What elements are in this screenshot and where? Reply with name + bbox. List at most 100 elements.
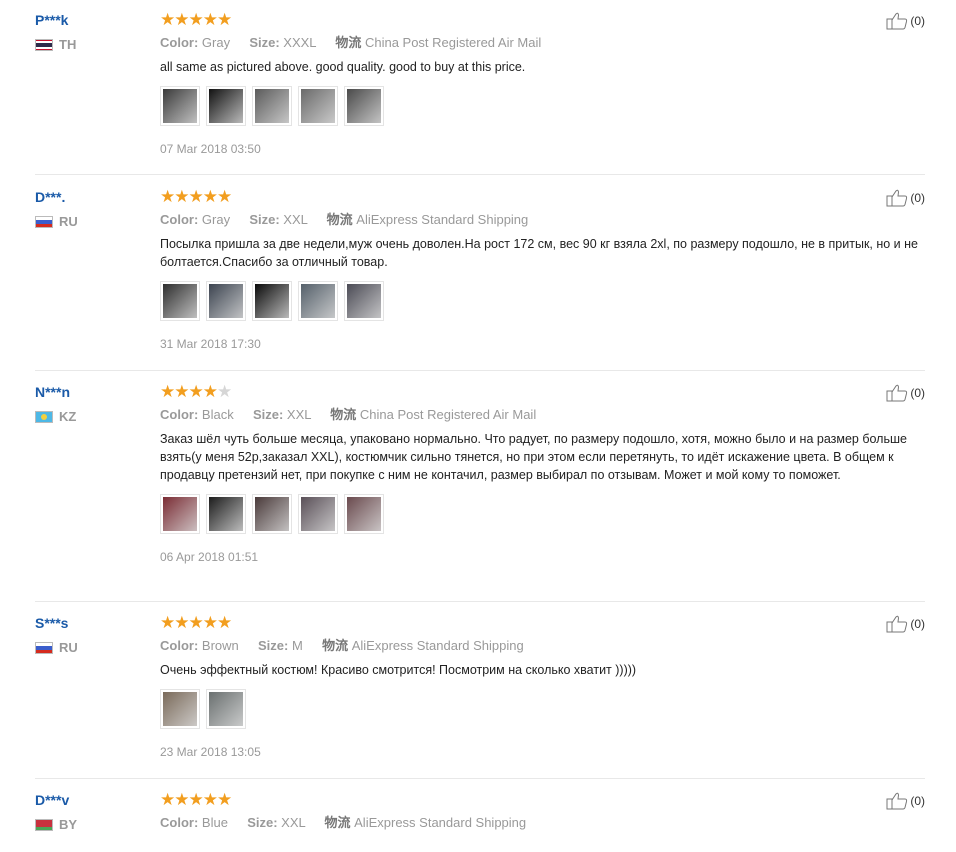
rating-star-icon: ★ (160, 382, 175, 401)
color-label: Color: (160, 638, 199, 653)
shipping-label: 物流 (324, 815, 351, 830)
reviewer-country: TH (35, 37, 145, 52)
review-item: N***n KZ ★★★★★ Color: Black Size: XXL 物流… (35, 382, 925, 602)
review-photo[interactable] (160, 494, 200, 534)
review-date: 06 Apr 2018 01:51 (160, 550, 259, 564)
country-flag-icon (35, 38, 53, 51)
review-content: ★★★★★ Color: Blue Size: XXL 物流 AliExpres… (160, 790, 925, 831)
helpful-button[interactable]: (0) (886, 384, 925, 402)
helpful-button[interactable]: (0) (886, 12, 925, 30)
review-photo[interactable] (298, 86, 338, 126)
review-date: 07 Mar 2018 03:50 (160, 142, 261, 156)
reviewer-info: S***s RU (35, 615, 145, 655)
reviewer-name: N***n (35, 384, 71, 400)
review-item: P***k TH ★★★★★ Color: Gray Size: XXXL 物流… (35, 10, 925, 175)
star-rating: ★★★★★ (160, 382, 925, 401)
size-label: Size: (249, 212, 280, 227)
review-content: ★★★★★ Color: Brown Size: M 物流 AliExpress… (160, 613, 925, 759)
review-photo[interactable] (344, 494, 384, 534)
shipping-method: AliExpress Standard Shipping (356, 212, 529, 227)
rating-star-icon: ★ (188, 382, 204, 401)
star-rating: ★★★★★ (160, 613, 925, 632)
shipping-method: AliExpress Standard Shipping (351, 638, 524, 653)
shipping-label: 物流 (326, 212, 353, 227)
review-text: Очень эффектный костюм! Красиво смотритс… (160, 663, 637, 677)
review-photo[interactable] (160, 281, 200, 321)
color-value: Black (201, 407, 234, 422)
reviewer-country: RU (35, 640, 145, 655)
country-code: KZ (59, 409, 77, 424)
reviewer-name: P***k (35, 12, 69, 28)
country-flag-icon (35, 818, 53, 831)
helpful-button[interactable]: (0) (886, 189, 925, 207)
review-photo[interactable] (160, 86, 200, 126)
helpful-count: (0) (910, 14, 925, 28)
review-photo[interactable] (298, 281, 338, 321)
review-photo[interactable] (206, 689, 246, 729)
size-label: Size: (252, 407, 284, 422)
review-date: 31 Mar 2018 17:30 (160, 337, 261, 351)
order-info: Color: Blue Size: XXL 物流 AliExpress Stan… (160, 815, 925, 831)
rating-star-icon: ★ (202, 10, 218, 29)
review-photo[interactable] (206, 494, 246, 534)
country-flag-icon (35, 641, 53, 654)
shipping-label: 物流 (335, 35, 362, 50)
order-info: Color: Black Size: XXL 物流 China Post Reg… (160, 407, 925, 423)
rating-star-icon: ★ (174, 10, 189, 29)
review-date: 23 Mar 2018 13:05 (160, 745, 261, 759)
review-photo[interactable] (344, 86, 384, 126)
review-photo[interactable] (298, 494, 338, 534)
rating-star-icon: ★ (160, 790, 175, 809)
color-label: Color: (160, 212, 199, 227)
shipping-label: 物流 (330, 407, 357, 422)
rating-star-icon: ★ (160, 10, 175, 29)
reviewer-name: D***. (35, 189, 66, 205)
rating-star-icon: ★ (188, 790, 204, 809)
size-value: M (291, 638, 303, 653)
shipping-method: AliExpress Standard Shipping (354, 815, 527, 830)
shipping-method: China Post Registered Air Mail (359, 407, 537, 422)
helpful-count: (0) (910, 386, 925, 400)
review-item: D***. RU ★★★★★ Color: Gray Size: XXL 物流 … (35, 187, 925, 371)
country-code: RU (59, 640, 78, 655)
reviewer-info: D***. RU (35, 189, 145, 229)
order-info: Color: Brown Size: M 物流 AliExpress Stand… (160, 638, 925, 654)
helpful-count: (0) (910, 191, 925, 205)
size-label: Size: (249, 35, 280, 50)
reviewer-country: KZ (35, 409, 145, 424)
review-photo[interactable] (206, 281, 246, 321)
review-photo[interactable] (252, 86, 292, 126)
color-value: Brown (201, 638, 239, 653)
country-code: RU (59, 214, 78, 229)
country-code: TH (59, 37, 77, 52)
thumbs-up-icon (886, 384, 908, 402)
star-rating: ★★★★★ (160, 10, 925, 29)
reviewer-info: P***k TH (35, 12, 145, 52)
color-value: Blue (201, 815, 228, 830)
rating-star-icon: ★ (217, 382, 232, 401)
rating-star-icon: ★ (202, 382, 218, 401)
helpful-button[interactable]: (0) (886, 792, 925, 810)
review-photo[interactable] (160, 689, 200, 729)
rating-star-icon: ★ (217, 10, 232, 29)
rating-star-icon: ★ (174, 187, 189, 206)
review-photo[interactable] (252, 494, 292, 534)
review-content: ★★★★★ Color: Gray Size: XXXL 物流 China Po… (160, 10, 925, 156)
review-photo[interactable] (252, 281, 292, 321)
review-content: ★★★★★ Color: Black Size: XXL 物流 China Po… (160, 382, 925, 564)
helpful-button[interactable]: (0) (886, 615, 925, 633)
size-label: Size: (258, 638, 289, 653)
review-photo[interactable] (206, 86, 246, 126)
review-item: S***s RU ★★★★★ Color: Brown Size: M 物流 A… (35, 613, 925, 779)
rating-star-icon: ★ (160, 613, 175, 632)
rating-star-icon: ★ (174, 613, 189, 632)
review-photo[interactable] (344, 281, 384, 321)
rating-star-icon: ★ (217, 790, 232, 809)
reviewer-name: D***v (35, 792, 70, 808)
reviewer-name: S***s (35, 615, 69, 631)
rating-star-icon: ★ (188, 187, 204, 206)
rating-star-icon: ★ (202, 790, 218, 809)
size-label: Size: (247, 815, 278, 830)
review-photos (160, 86, 925, 126)
rating-star-icon: ★ (202, 187, 218, 206)
